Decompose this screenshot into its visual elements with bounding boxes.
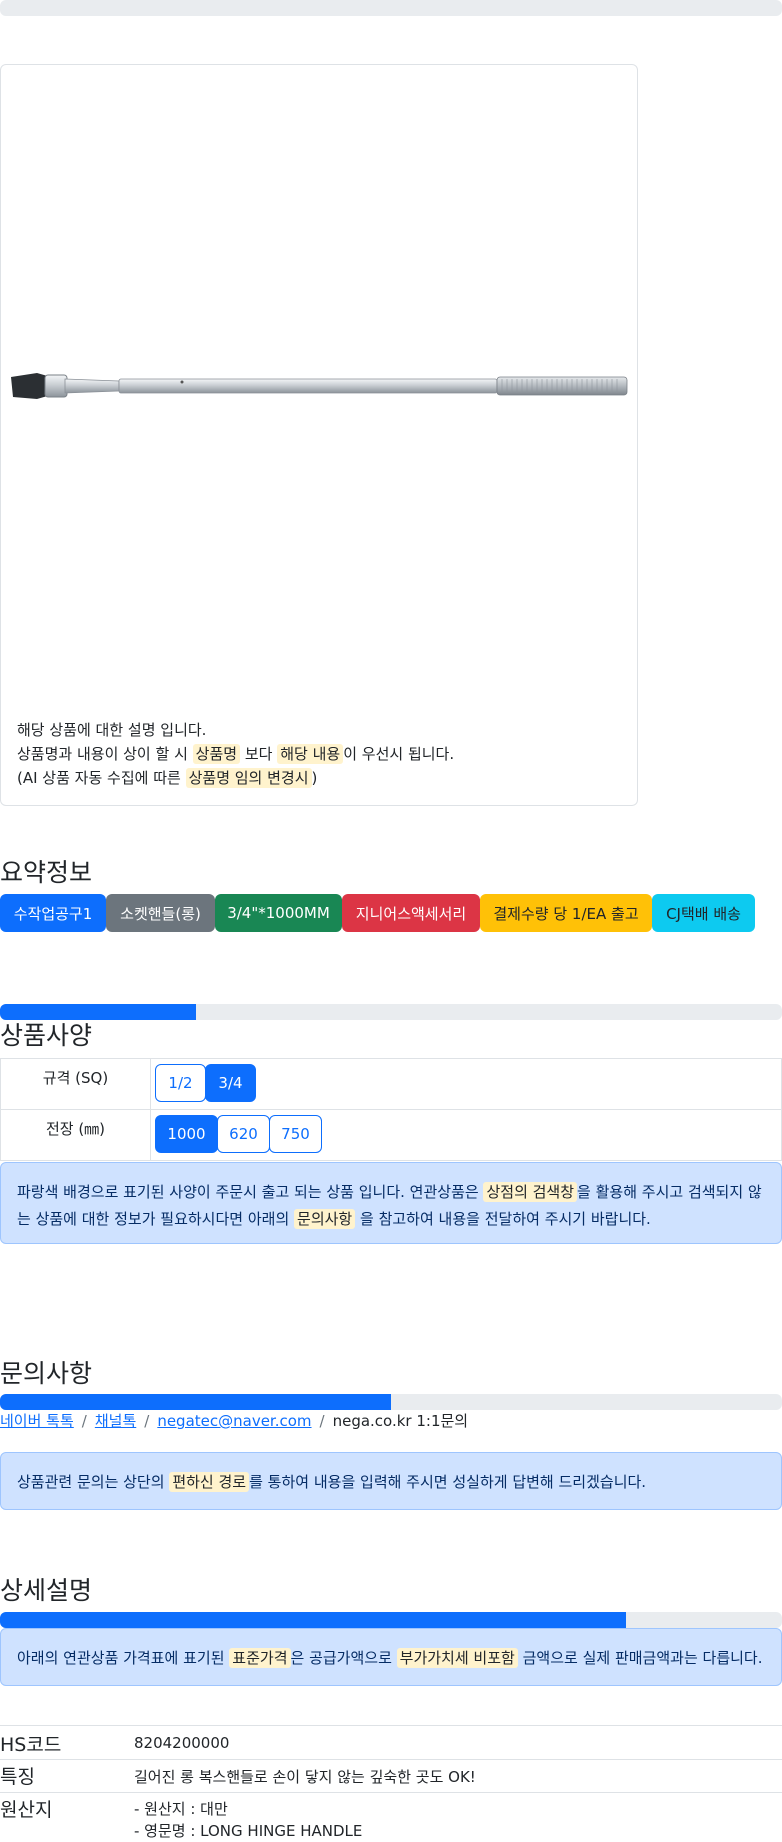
highlight-route: 편하신 경로 — [169, 1472, 250, 1492]
inquiry-progress-bar — [0, 1394, 782, 1410]
spec-title: 상품사양 — [0, 1021, 93, 1050]
spec-label-length: 전장 (㎜) — [0, 1109, 151, 1161]
top-progress-bar — [0, 0, 782, 16]
spec-label-sq: 규격 (SQ) — [0, 1058, 151, 1110]
product-card: 해당 상품에 대한 설명 입니다. 상품명과 내용이 상이 할 시 상품명 보다… — [0, 64, 638, 806]
product-desc-line2: 상품명과 내용이 상이 할 시 상품명 보다 해당 내용 이 우선시 됩니다. — [17, 744, 455, 764]
info-label-hscode: HS코드 — [0, 1734, 62, 1756]
highlight-search: 상점의 검색창 — [483, 1182, 578, 1202]
email-link[interactable]: negatec@naver.com — [157, 1412, 311, 1430]
badge-brand: 지니어스액세서리 — [342, 894, 480, 932]
product-desc-line1: 해당 상품에 대한 설명 입니다. — [17, 721, 207, 739]
highlight-name-change: 상품명 임의 변경시 — [185, 768, 312, 788]
highlight-vat: 부가가치세 비포함 — [396, 1648, 518, 1668]
spec-progress-bar — [0, 1004, 782, 1020]
highlight-content: 해당 내용 — [277, 744, 344, 764]
badge-size: 3/4"*1000MM — [215, 894, 342, 932]
spec-row-sq: 규격 (SQ) 1/2 3/4 — [0, 1058, 782, 1110]
detail-progress-bar — [0, 1612, 782, 1628]
info-value-english-name: - 영문명 : LONG HINGE HANDLE — [134, 1822, 363, 1840]
option-length-620[interactable]: 620 — [217, 1115, 270, 1153]
info-value-origin: - 원산지 : 대만 — [134, 1800, 228, 1818]
option-length-750[interactable]: 750 — [269, 1115, 322, 1153]
spec-table: 규격 (SQ) 1/2 3/4 전장 (㎜) 1000 620 750 — [0, 1058, 782, 1161]
info-value-feature: 길어진 롱 복스핸들로 손이 닿지 않는 깊숙한 곳도 OK! — [134, 1768, 476, 1786]
spec-options-sq: 1/2 3/4 — [150, 1058, 782, 1110]
spec-options-length: 1000 620 750 — [150, 1109, 782, 1161]
info-value-hscode: 8204200000 — [134, 1734, 230, 1752]
inquiry-notice: 상품관련 문의는 상단의 편하신 경로 를 통하여 내용을 입력해 주시면 성실하… — [0, 1452, 782, 1510]
option-length-1000[interactable]: 1000 — [155, 1115, 218, 1153]
product-desc-line3: (AI 상품 자동 수집에 따른 상품명 임의 변경시) — [17, 768, 318, 788]
info-row-feature: 특징 길어진 롱 복스핸들로 손이 닿지 않는 깊숙한 곳도 OK! — [0, 1759, 782, 1792]
badge-quantity: 결제수량 당 1/EA 출고 — [480, 894, 652, 932]
inquiry-progress-fill — [0, 1394, 391, 1410]
detail-title: 상세설명 — [0, 1576, 93, 1605]
product-image — [11, 373, 628, 399]
highlight-product-name: 상품명 — [192, 744, 241, 764]
badge-category: 수작업공구1 — [0, 894, 106, 932]
highlight-inquiry: 문의사항 — [294, 1209, 356, 1229]
spec-row-length: 전장 (㎜) 1000 620 750 — [0, 1109, 782, 1161]
option-sq-3-4[interactable]: 3/4 — [205, 1064, 256, 1102]
channel-talk-link[interactable]: 채널톡 — [95, 1412, 136, 1430]
badge-type: 소켓핸들(롱) — [106, 894, 215, 932]
highlight-standard-price: 표준가격 — [229, 1648, 291, 1668]
info-label-origin: 원산지 — [0, 1799, 53, 1821]
badge-shipping: CJ택배 배송 — [652, 894, 755, 932]
inquiry-links: 네이버 톡톡 / 채널톡 / negatec@naver.com / nega.co.kr … — [0, 1412, 469, 1430]
spec-notice: 파랑색 배경으로 표기된 사양이 주문시 출고 되는 상품 입니다. 연관상품은… — [0, 1162, 782, 1244]
info-row-hscode: HS코드 8204200000 — [0, 1725, 782, 1760]
detail-progress-fill — [0, 1612, 626, 1628]
detail-notice: 아래의 연관상품 가격표에 표기된 표준가격 은 공급가액으로 부가가치세 비포함… — [0, 1628, 782, 1686]
inquiry-title: 문의사항 — [0, 1359, 93, 1388]
site-inquiry-text: nega.co.kr 1:1문의 — [332, 1412, 469, 1430]
info-label-feature: 특징 — [0, 1766, 35, 1788]
option-sq-1-2[interactable]: 1/2 — [155, 1064, 206, 1102]
info-row-origin: 원산지 - 원산지 : 대만 - 영문명 : LONG HINGE HANDLE — [0, 1792, 782, 1842]
summary-title: 요약정보 — [0, 858, 93, 887]
naver-talk-link[interactable]: 네이버 톡톡 — [0, 1412, 74, 1430]
